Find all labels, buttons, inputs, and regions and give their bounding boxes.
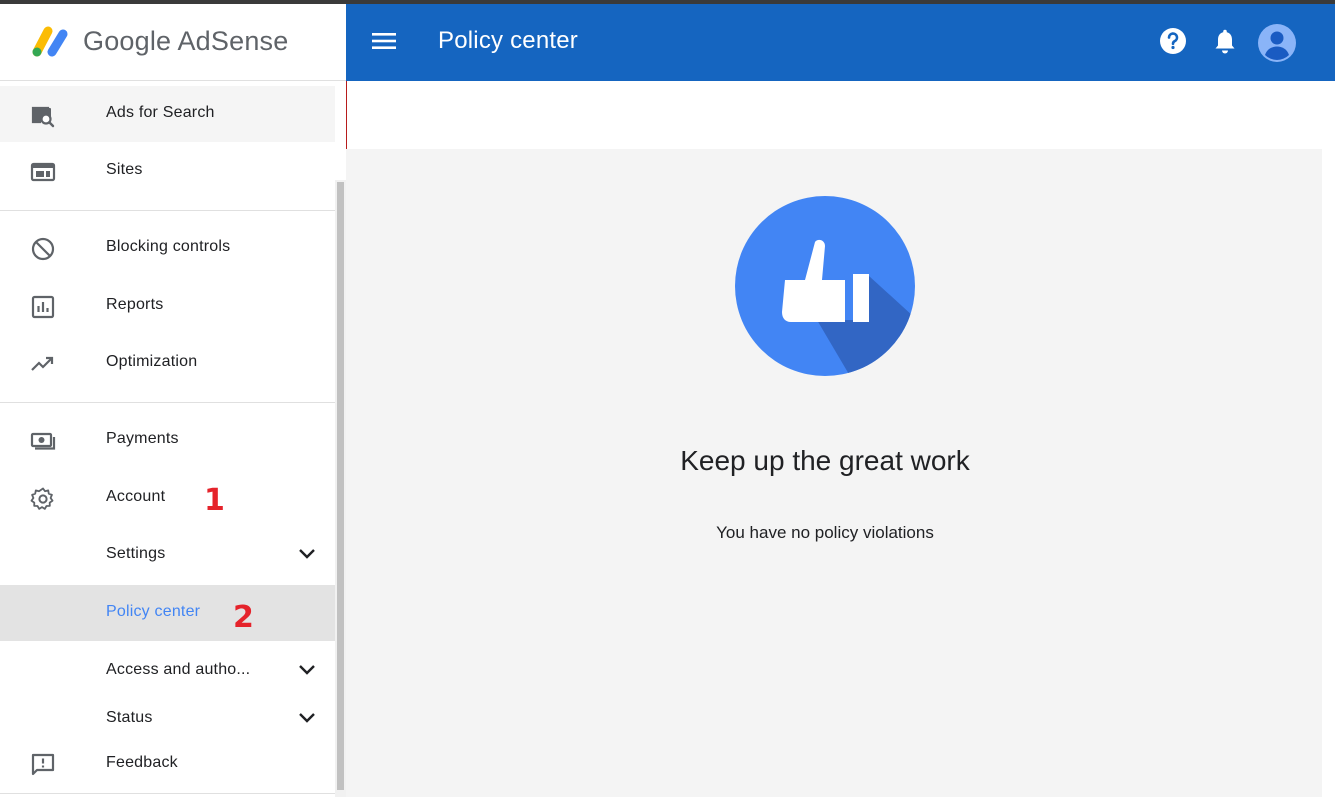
- sidebar-item-blocking-controls[interactable]: Blocking controls: [0, 220, 335, 276]
- sidebar-item-label: Ads for Search: [106, 104, 215, 121]
- sidebar-item-label: Access and autho...: [106, 661, 251, 678]
- sidebar-item-label: Optimization: [106, 353, 198, 370]
- thumbs-up-icon: [735, 196, 915, 376]
- main-subtitle: You have no policy violations: [716, 523, 934, 542]
- sidebar-scrollbar-thumb[interactable]: [337, 182, 344, 790]
- sidebar-item-label: Sites: [106, 161, 143, 178]
- logo-text: Google AdSense: [83, 26, 289, 56]
- notifications-icon[interactable]: [1212, 28, 1238, 56]
- policy-center-content: Keep up the great work You have no polic…: [346, 149, 1322, 797]
- chevron-down-icon: [299, 665, 315, 675]
- payments-icon: [30, 432, 56, 450]
- block-icon: [31, 237, 55, 261]
- main-heading: Keep up the great work: [680, 445, 970, 476]
- sidebar-item-label: Reports: [106, 296, 164, 313]
- sidebar-item-label: Settings: [106, 545, 166, 562]
- adsense-logo-icon: [32, 26, 68, 57]
- sidebar-divider: [0, 793, 335, 794]
- feedback-icon: [31, 753, 55, 776]
- trending-up-icon: [31, 356, 54, 371]
- help-icon[interactable]: [1158, 26, 1188, 56]
- sidebar-item-ads-for-search[interactable]: Ads for Search: [0, 86, 335, 142]
- sidebar-item-optimization[interactable]: Optimization: [0, 335, 335, 391]
- sidebar-item-label: Policy center: [106, 603, 201, 620]
- annotation-1: 1: [204, 483, 225, 518]
- gear-icon: [30, 487, 54, 510]
- content-top-spacer: [346, 81, 1335, 149]
- menu-icon[interactable]: [372, 30, 398, 52]
- sidebar-item-sites[interactable]: Sites: [0, 143, 335, 199]
- chevron-down-icon: [299, 713, 315, 723]
- sidebar-item-reports[interactable]: Reports: [0, 278, 335, 334]
- top-app-bar: Policy center: [346, 4, 1335, 81]
- sidebar: Google AdSense Ads for Search Sites Bloc…: [0, 4, 346, 797]
- sidebar-item-policy-center[interactable]: Policy center: [0, 585, 335, 641]
- account-avatar[interactable]: [1257, 23, 1297, 63]
- search-ads-icon: [31, 106, 55, 128]
- sidebar-divider: [0, 210, 335, 211]
- sidebar-item-label: Feedback: [106, 754, 178, 771]
- sidebar-item-label: Account: [106, 488, 166, 505]
- sidebar-item-label: Status: [106, 709, 153, 726]
- chevron-down-icon: [299, 549, 315, 559]
- annotation-2: 2: [233, 600, 254, 635]
- sidebar-divider: [0, 402, 335, 403]
- sidebar-item-label: Blocking controls: [106, 238, 231, 255]
- sites-icon: [30, 162, 56, 182]
- page-title: Policy center: [438, 27, 578, 54]
- sidebar-item-label: Payments: [106, 430, 179, 447]
- sidebar-item-payments[interactable]: Payments: [0, 412, 335, 468]
- reports-icon: [31, 295, 55, 319]
- sidebar-item-account[interactable]: Account: [0, 470, 335, 526]
- adsense-logo[interactable]: Google AdSense: [0, 4, 346, 81]
- sidebar-item-feedback[interactable]: Feedback: [0, 736, 335, 792]
- sidebar-item-settings[interactable]: Settings: [0, 527, 335, 583]
